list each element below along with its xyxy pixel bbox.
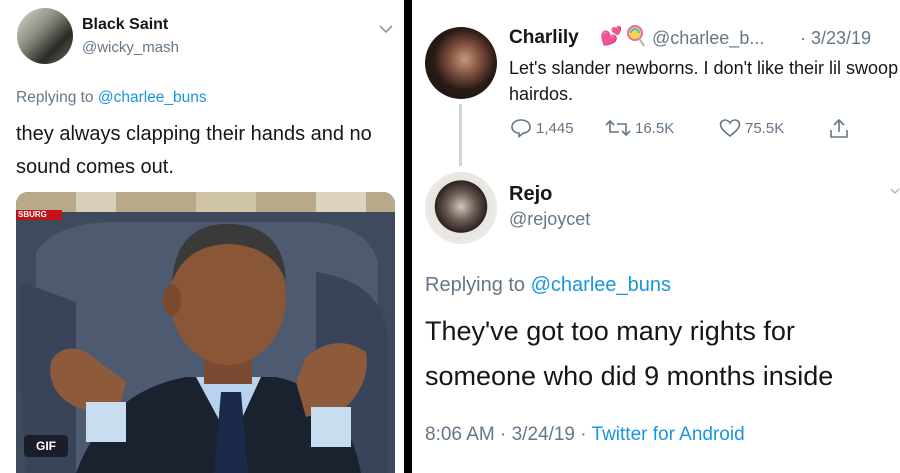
reply-icon	[511, 119, 531, 138]
tweet-meta: 8:06 AM · 3/24/19 · Twitter for Android	[425, 424, 745, 446]
tweet-date[interactable]: · 3/23/19	[800, 28, 871, 49]
avatar[interactable]	[425, 172, 497, 244]
news-tag: SBURG	[16, 210, 62, 220]
lollipop-icon	[627, 25, 645, 47]
tweet-text: Let's slander newborns. I don't like the…	[509, 58, 899, 104]
retweet-count: 16.5K	[635, 119, 675, 137]
gif-frame-image	[16, 192, 395, 473]
user-handle[interactable]: @charlee_b...	[652, 28, 764, 49]
panel-divider	[404, 0, 412, 473]
replying-to-label: Replying to	[16, 89, 94, 106]
sparkling-heart-icon: 💕	[600, 26, 623, 46]
replying-to-label: Replying to	[425, 274, 526, 296]
share-button[interactable]	[828, 118, 850, 140]
display-name[interactable]: Charlily	[509, 27, 579, 49]
avatar[interactable]	[17, 8, 73, 64]
tweet-text: They've got too many rights for someone …	[425, 316, 834, 391]
replying-to: Replying to @charlee_buns	[16, 89, 207, 107]
left-tweet: Black Saint @wicky_mash Replying to @cha…	[0, 0, 404, 473]
like-button[interactable]: 75.5K	[719, 118, 784, 138]
avatar[interactable]	[425, 27, 497, 99]
reply-count: 1,445	[536, 119, 574, 137]
replying-to: Replying to @charlee_buns	[425, 274, 671, 297]
tweet-source[interactable]: Twitter for Android	[592, 424, 745, 445]
retweet-button[interactable]: 16.5K	[605, 118, 674, 138]
user-handle[interactable]: @wicky_mash	[82, 39, 179, 56]
share-icon	[830, 118, 848, 138]
display-name[interactable]: Black Saint	[82, 16, 168, 34]
replying-to-handle[interactable]: @charlee_buns	[531, 274, 671, 296]
replying-to-handle[interactable]: @charlee_buns	[98, 89, 207, 106]
tweet-text: they always clapping their hands and no …	[16, 123, 372, 178]
tweet-timestamp[interactable]: 8:06 AM · 3/24/19 ·	[425, 424, 587, 445]
chevron-down-icon[interactable]	[890, 186, 900, 196]
retweet-icon	[605, 119, 631, 137]
right-thread: Charlily 💕 @charlee_b... · 3/23/19 Let's…	[412, 0, 900, 473]
like-count: 75.5K	[745, 119, 785, 137]
thread-connector	[459, 104, 462, 166]
like-icon	[719, 119, 741, 138]
display-name[interactable]: Rejo	[509, 183, 552, 206]
gif-media[interactable]: SBURG GIF	[16, 192, 395, 473]
chevron-down-icon[interactable]	[378, 22, 394, 36]
gif-badge: GIF	[24, 435, 68, 457]
reply-button[interactable]: 1,445	[510, 118, 574, 138]
user-handle[interactable]: @rejoycet	[509, 209, 590, 230]
